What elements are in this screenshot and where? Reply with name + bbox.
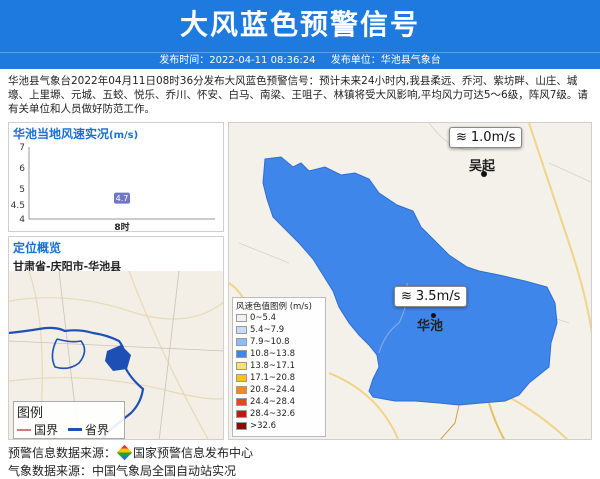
wind-legend-item: 24.4~28.4: [236, 396, 322, 408]
wind-legend-swatch: [236, 350, 247, 358]
wind-legend-swatch: [236, 326, 247, 334]
wind-legend-title: 风速色值图例 (m/s): [236, 302, 312, 312]
wind-legend-label: 7.9~10.8: [250, 337, 290, 347]
data-label: 4.7: [116, 194, 129, 203]
map-legend: 图例 国界 省界: [13, 401, 125, 439]
footer-source: 预警信息数据来源： 国家预警信息发布中心: [8, 444, 253, 461]
location-panel-title: 定位概览: [13, 241, 62, 255]
y-tick-label: 6: [19, 164, 25, 174]
page-title: 大风蓝色预警信号: [179, 8, 420, 41]
header-subtitle: 发布时间：2022-04-11 08:36:24 发布单位：华池县气象台: [0, 52, 600, 69]
publisher-logo-icon: [116, 444, 133, 461]
wind-legend-label: 17.1~20.8: [250, 373, 295, 383]
wind-legend-label: 24.4~28.4: [250, 397, 295, 407]
issuer: 发布单位：华池县气象台: [330, 55, 441, 66]
wind-legend-item: 13.8~17.1: [236, 360, 322, 372]
location-panel: 定位概览 甘肃省-庆阳市-华池县 图例 国界 省界: [8, 236, 224, 440]
wind-tag-wuqi-speed: 1.0m/s: [470, 130, 516, 145]
wind-legend-swatch: [236, 410, 247, 418]
release-time: 发布时间：2022-04-11 08:36:24: [159, 55, 316, 66]
wind-legend-label: 10.8~13.8: [250, 349, 295, 359]
city-dot-huachi: [431, 313, 436, 318]
y-tick-label: 4: [19, 215, 25, 225]
wind-legend-swatch: [236, 362, 247, 370]
provincial-border-label: 省界: [85, 423, 110, 437]
wind-legend-item: 0~5.4: [236, 312, 322, 324]
huachi-marker: [105, 345, 131, 371]
wind-legend-swatch: [236, 386, 247, 394]
warning-description: 华池县气象台2022年04月11日08时36分发布大风蓝色预警信号：预计未来24…: [8, 75, 588, 115]
y-tick-label: 5: [19, 185, 25, 195]
wind-legend-item: 7.9~10.8: [236, 336, 322, 348]
y-tick-label: 7: [19, 143, 25, 153]
header-banner: 大风蓝色预警信号: [0, 0, 600, 52]
national-border-label: 国界: [34, 423, 59, 437]
provincial-border-swatch: [68, 428, 83, 431]
national-border-swatch: [17, 428, 31, 431]
wind-speed-chart: 7 6 5 4.5 4 4.7 8时: [11, 143, 215, 233]
legend-title: 图例: [17, 406, 44, 421]
wind-icon: ≋: [456, 130, 467, 145]
wind-legend-swatch: [236, 398, 247, 406]
wind-color-legend: 风速色值图例 (m/s) 0~5.4 5.4~7.9 7.9~10.8 10.8~13…: [232, 297, 326, 437]
wind-legend-label: 13.8~17.1: [250, 361, 295, 371]
wind-legend-label: >32.6: [250, 421, 277, 431]
wind-legend-swatch: [236, 422, 247, 430]
wind-legend-swatch: [236, 338, 247, 346]
x-tick-label: 8时: [114, 221, 129, 233]
wind-tag-huachi-speed: 3.5m/s: [415, 289, 461, 304]
y-tick-label: 4.5: [11, 201, 25, 211]
footer-source-name[interactable]: 国家预警信息发布中心: [133, 444, 253, 461]
wind-legend-item: >32.6: [236, 420, 322, 432]
wind-tag-wuqi[interactable]: ≋ 1.0m/s: [449, 127, 523, 148]
wind-legend-label: 28.4~32.6: [250, 409, 295, 419]
wind-legend-item: 20.8~24.4: [236, 384, 322, 396]
city-dot-wuqi: [481, 171, 487, 177]
wind-legend-item: 10.8~13.8: [236, 348, 322, 360]
wind-legend-swatch: [236, 374, 247, 382]
wind-legend-label: 5.4~7.9: [250, 325, 285, 335]
wind-legend-item: 28.4~32.6: [236, 408, 322, 420]
wind-legend-label: 20.8~24.4: [250, 385, 295, 395]
wind-legend-item: 5.4~7.9: [236, 324, 322, 336]
wind-tag-huachi[interactable]: ≋ 3.5m/s: [394, 286, 468, 307]
wind-icon-2: ≋: [401, 289, 412, 304]
wind-legend-label: 0~5.4: [250, 313, 277, 323]
footer-source-label: 预警信息数据来源：: [8, 446, 117, 460]
wind-legend-swatch: [236, 314, 247, 322]
wind-legend-item: 17.1~20.8: [236, 372, 322, 384]
wind-speed-panel: 华池当地风速实况(m/s) 7 6 5 4.5 4 4.7 8时: [8, 122, 224, 233]
city-label-huachi: 华池: [417, 319, 444, 334]
